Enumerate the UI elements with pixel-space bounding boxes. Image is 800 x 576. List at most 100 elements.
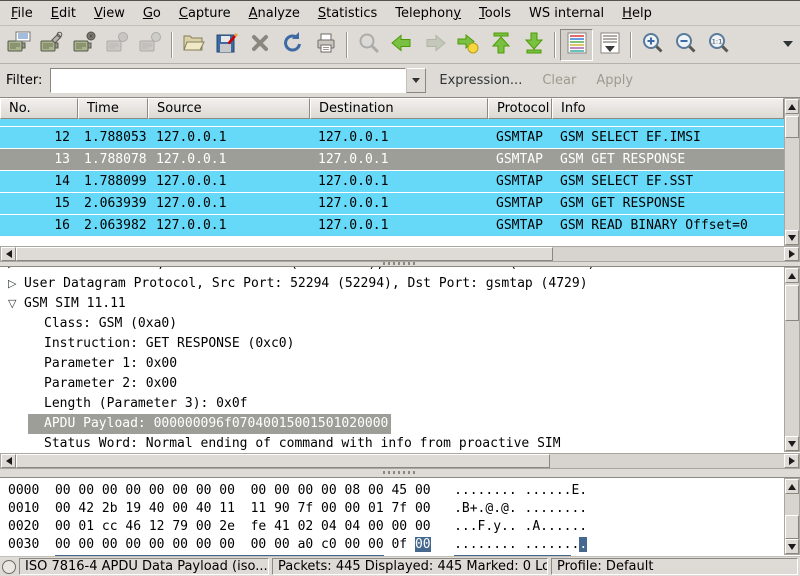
menu-ws-internal[interactable]: WS internal bbox=[520, 3, 613, 24]
hex-row[interactable]: 004000 00 09 6f 07 04 00 15 00 15 01 02 … bbox=[8, 554, 783, 556]
expander-icon[interactable] bbox=[8, 274, 24, 294]
scroll-left-button[interactable] bbox=[1, 454, 16, 468]
detail-udp[interactable]: User Datagram Protocol, Src Port: 52294 … bbox=[0, 274, 783, 294]
scroll-down-button[interactable] bbox=[785, 436, 799, 451]
hex-row[interactable]: 001000 42 2b 19 40 00 40 11 11 90 7f 00 … bbox=[8, 500, 783, 518]
go-to-packet-button[interactable] bbox=[451, 29, 484, 61]
clear-button[interactable]: Clear bbox=[535, 69, 583, 92]
save-capture-button[interactable] bbox=[210, 29, 243, 61]
cell-time: 1.788099 bbox=[78, 171, 148, 192]
packet-list-hscrollbar[interactable] bbox=[0, 246, 800, 262]
packet-row-14[interactable]: 14 1.788099 127.0.0.1 127.0.0.1 GSMTAP G… bbox=[0, 171, 784, 193]
details-hscrollbar[interactable] bbox=[0, 453, 800, 469]
column-header[interactable]: Info bbox=[552, 98, 784, 119]
column-header[interactable]: Source bbox=[148, 98, 310, 119]
filter-dropdown-button[interactable] bbox=[406, 68, 426, 93]
reload-capture-button[interactable] bbox=[276, 29, 309, 61]
scroll-down-button[interactable] bbox=[785, 230, 799, 245]
menu-file[interactable]: File bbox=[2, 3, 42, 24]
hex-row[interactable]: 000000 00 00 00 00 00 00 00 00 00 00 00 … bbox=[8, 482, 783, 500]
detail-apdu-payload[interactable]: APDU Payload: 000000096f0704001500150102… bbox=[0, 414, 783, 434]
pane-splitter[interactable] bbox=[0, 469, 800, 477]
detail-parameter-1[interactable]: Parameter 1: 0x00 bbox=[0, 354, 783, 374]
packet-list-vscrollbar[interactable] bbox=[784, 98, 800, 246]
detail-instruction[interactable]: Instruction: GET RESPONSE (0xc0) bbox=[0, 334, 783, 354]
menu-edit[interactable]: Edit bbox=[42, 3, 85, 24]
apply-button[interactable]: Apply bbox=[589, 69, 640, 92]
scrollbar-thumb[interactable] bbox=[785, 116, 799, 138]
hex-vscrollbar[interactable] bbox=[784, 478, 800, 555]
menu-go[interactable]: Go bbox=[134, 3, 170, 24]
scrollbar-thumb[interactable] bbox=[785, 515, 799, 539]
close-capture-button[interactable] bbox=[243, 29, 276, 61]
detail-ip[interactable]: Internet Protocol, Src: 127.0.0.1 (127.0… bbox=[0, 266, 783, 274]
capture-options-button[interactable] bbox=[35, 29, 68, 61]
menu-view[interactable]: View bbox=[85, 3, 134, 24]
filter-input[interactable] bbox=[50, 68, 406, 93]
capture-stop-button[interactable] bbox=[101, 29, 134, 61]
scrollbar-thumb[interactable] bbox=[16, 454, 550, 468]
auto-scroll-toggle[interactable] bbox=[593, 29, 626, 61]
packet-row-16[interactable]: 16 2.063982 127.0.0.1 127.0.0.1 GSMTAP G… bbox=[0, 215, 784, 237]
menu-help[interactable]: Help bbox=[613, 3, 661, 24]
scrollbar-trough[interactable] bbox=[16, 247, 784, 261]
go-to-bottom-button[interactable] bbox=[517, 29, 550, 61]
hex-row[interactable]: 002000 01 cc 46 12 79 00 2e fe 41 02 04 … bbox=[8, 518, 783, 536]
scroll-down-button[interactable] bbox=[785, 539, 799, 554]
go-forward-button[interactable] bbox=[418, 29, 451, 61]
scrollbar-thumb[interactable] bbox=[785, 285, 799, 321]
detail-parameter-2[interactable]: Parameter 2: 0x00 bbox=[0, 374, 783, 394]
zoom-in-button[interactable] bbox=[636, 29, 669, 61]
column-header[interactable]: Protocol bbox=[488, 98, 552, 119]
detail-status-word[interactable]: Status Word: Normal ending of command wi… bbox=[0, 434, 783, 453]
menu-tools[interactable]: Tools bbox=[470, 3, 520, 24]
capture-start-button[interactable] bbox=[68, 29, 101, 61]
packet-row-13[interactable]: 13 1.788078 127.0.0.1 127.0.0.1 GSMTAP G… bbox=[0, 149, 784, 171]
find-packet-button[interactable] bbox=[352, 29, 385, 61]
cell-no: 15 bbox=[0, 193, 78, 214]
menu-telephony[interactable]: Telephony bbox=[386, 3, 470, 24]
scrollbar-trough[interactable] bbox=[16, 454, 784, 468]
list-interfaces-button[interactable] bbox=[2, 29, 35, 61]
scroll-right-button[interactable] bbox=[784, 454, 799, 468]
toolbar-overflow-button[interactable] bbox=[778, 29, 798, 61]
menu-capture[interactable]: Capture bbox=[170, 3, 240, 24]
expander-icon[interactable] bbox=[8, 294, 24, 314]
packet-row-15[interactable]: 15 2.063939 127.0.0.1 127.0.0.1 GSMTAP G… bbox=[0, 193, 784, 215]
column-header[interactable]: No. bbox=[0, 98, 78, 119]
packet-row-12[interactable]: 12 1.788053 127.0.0.1 127.0.0.1 GSMTAP G… bbox=[0, 127, 784, 149]
details-vscrollbar[interactable] bbox=[784, 267, 800, 452]
scrollbar-thumb[interactable] bbox=[16, 247, 553, 261]
detail-class[interactable]: Class: GSM (0xa0) bbox=[0, 314, 783, 334]
go-to-top-button[interactable] bbox=[484, 29, 517, 61]
scrollbar-trough[interactable] bbox=[785, 114, 799, 230]
detail-lines: Internet Protocol, Src: 127.0.0.1 (127.0… bbox=[0, 266, 783, 453]
expert-info-circle-icon[interactable] bbox=[2, 560, 16, 574]
open-capture-button[interactable] bbox=[177, 29, 210, 61]
detail-gsm-sim[interactable]: GSM SIM 11.11 bbox=[0, 294, 783, 314]
status-field-profile[interactable]: Profile: Default bbox=[551, 558, 798, 575]
scroll-up-button[interactable] bbox=[785, 99, 799, 114]
scrollbar-trough[interactable] bbox=[785, 283, 799, 436]
expander-icon[interactable] bbox=[8, 266, 24, 274]
scroll-right-button[interactable] bbox=[784, 247, 799, 261]
menu-bar: FileEditViewGoCaptureAnalyzeStatisticsTe… bbox=[0, 1, 800, 26]
zoom-100-button[interactable]: 1:1 bbox=[702, 29, 735, 61]
hex-row[interactable]: 003000 00 00 00 00 00 00 00 00 00 a0 c0 … bbox=[8, 536, 783, 554]
scroll-left-button[interactable] bbox=[1, 247, 16, 261]
scroll-up-button[interactable] bbox=[785, 268, 799, 283]
go-back-button[interactable] bbox=[385, 29, 418, 61]
column-header[interactable]: Time bbox=[78, 98, 148, 119]
expression-button[interactable]: Expression... bbox=[432, 69, 529, 92]
column-header[interactable]: Destination bbox=[310, 98, 488, 119]
scroll-up-button[interactable] bbox=[785, 479, 799, 494]
packet-row-11[interactable]: 11 1.787891 127.0.0.1 127.0.0.1 GSMTAP G… bbox=[0, 119, 784, 127]
detail-length[interactable]: Length (Parameter 3): 0x0f bbox=[0, 394, 783, 414]
scrollbar-trough[interactable] bbox=[785, 494, 799, 539]
menu-analyze[interactable]: Analyze bbox=[240, 3, 309, 24]
zoom-out-button[interactable] bbox=[669, 29, 702, 61]
capture-restart-button[interactable] bbox=[134, 29, 167, 61]
menu-statistics[interactable]: Statistics bbox=[309, 3, 386, 24]
colorize-toggle[interactable] bbox=[560, 29, 593, 61]
print-button[interactable] bbox=[309, 29, 342, 61]
